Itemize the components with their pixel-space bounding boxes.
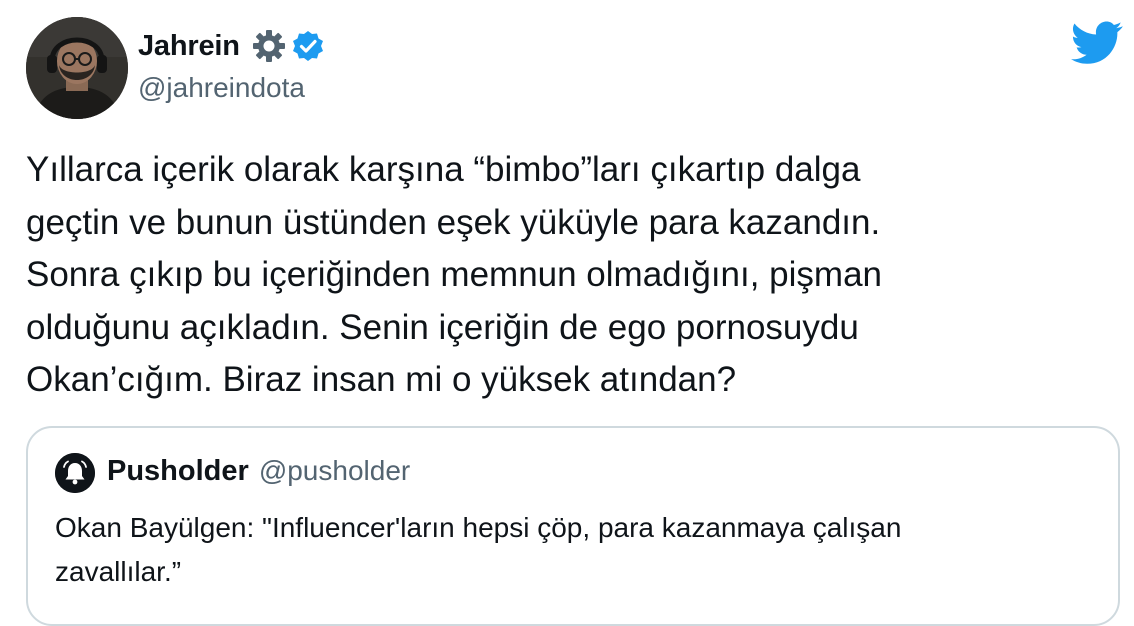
author-name[interactable]: Jahrein xyxy=(138,30,240,63)
quote-author-avatar[interactable] xyxy=(55,453,95,493)
author-name-row: Jahrein xyxy=(138,24,325,68)
quote-author-handle[interactable]: @pusholder xyxy=(259,455,410,487)
quoted-tweet-card[interactable]: Pusholder @pusholder Okan Bayülgen: "Inf… xyxy=(26,426,1120,626)
author-handle[interactable]: @jahreindota xyxy=(138,72,305,104)
tweet-text-line: Sonra çıkıp bu içeriğinden memnun olmadı… xyxy=(26,255,883,294)
quote-header: Pusholder @pusholder xyxy=(107,455,410,488)
quote-author-name[interactable]: Pusholder xyxy=(107,455,249,488)
tweet-text-line: geçtin ve bunun üstünden eşek yüküyle pa… xyxy=(26,202,881,242)
author-avatar[interactable] xyxy=(26,17,128,119)
verified-icon xyxy=(291,29,325,63)
quote-text-line: Okan Bayülgen: "Influencer'ların hepsi ç… xyxy=(55,512,902,543)
tweet-text-line: olduğunu açıkladın. Senin içeriğin de eg… xyxy=(26,307,859,347)
gear-icon xyxy=(251,28,287,64)
twitter-bird-icon[interactable] xyxy=(1070,21,1123,65)
quote-text-line: zavallılar.” xyxy=(55,556,182,587)
bell-icon xyxy=(55,453,95,493)
tweet-text-line: Yıllarca içerik olarak karşına “bimbo”la… xyxy=(26,150,861,189)
quote-text: Okan Bayülgen: "Influencer'ların hepsi ç… xyxy=(55,506,1085,594)
tweet-text: Yıllarca içerik olarak karşına “bimbo”la… xyxy=(26,144,1116,407)
tweet-text-line: Okan’cığım. Biraz insan mi o yüksek atın… xyxy=(26,360,737,399)
